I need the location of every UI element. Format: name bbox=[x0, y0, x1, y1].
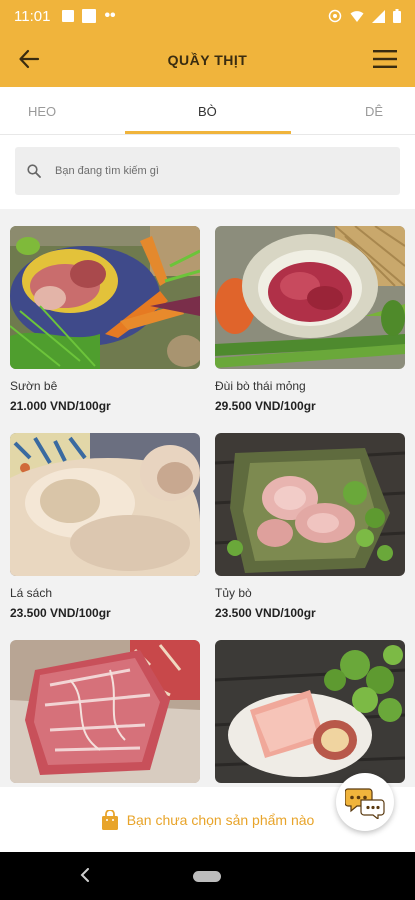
search-input[interactable] bbox=[55, 165, 355, 177]
system-nav-bar bbox=[0, 852, 415, 900]
image-notification-icon bbox=[62, 10, 75, 22]
product-price: 21.000 VND/100gr bbox=[10, 399, 111, 413]
active-tab-indicator bbox=[125, 131, 291, 134]
product-name: Lá sách bbox=[10, 586, 53, 600]
hamburger-menu-icon[interactable] bbox=[373, 50, 397, 68]
cart-status-message: Bạn chưa chọn sản phẩm nào bbox=[126, 811, 315, 828]
chat-bubbles-icon bbox=[345, 788, 385, 819]
back-arrow-icon[interactable] bbox=[18, 48, 40, 70]
page-title: QUẦY THỊT bbox=[167, 51, 248, 68]
product-image-6[interactable] bbox=[215, 640, 405, 783]
search-section bbox=[0, 135, 415, 209]
app-bar: QUẦY THỊT bbox=[0, 32, 415, 87]
search-box[interactable] bbox=[15, 147, 400, 195]
wifi-icon bbox=[350, 11, 364, 22]
status-time: 11:01 bbox=[14, 7, 51, 25]
shopping-bag-icon bbox=[101, 809, 118, 830]
product-name: Đùi bò thái mỏng bbox=[215, 379, 306, 393]
app-notification-icon bbox=[82, 9, 97, 23]
battery-icon bbox=[393, 9, 401, 23]
tab-de[interactable]: DÊ bbox=[365, 87, 383, 135]
product-price: 23.500 VND/100gr bbox=[10, 606, 111, 620]
nav-home-pill[interactable] bbox=[193, 871, 221, 882]
product-grid: Sườn bê 21.000 VND/100gr Đùi bò thái mỏn… bbox=[0, 209, 415, 787]
signal-icon bbox=[372, 9, 385, 23]
product-card[interactable]: Đùi bò thái mỏng 29.500 VND/100gr bbox=[215, 226, 405, 413]
category-tabs: HEO BÒ DÊ bbox=[0, 87, 415, 135]
product-card[interactable]: Lá sách 23.500 VND/100gr bbox=[10, 433, 200, 620]
more-notifications-icon: •• bbox=[104, 7, 116, 24]
product-price: 23.500 VND/100gr bbox=[215, 606, 316, 620]
tab-heo[interactable]: HEO bbox=[28, 87, 56, 135]
product-card[interactable] bbox=[10, 640, 200, 783]
product-image-5[interactable] bbox=[10, 640, 200, 783]
search-icon bbox=[27, 164, 41, 178]
product-image-dui-bo[interactable] bbox=[215, 226, 405, 369]
eye-icon bbox=[328, 9, 342, 23]
product-card[interactable]: Sườn bê 21.000 VND/100gr bbox=[10, 226, 200, 413]
product-name: Tủy bò bbox=[215, 586, 252, 600]
product-name: Sườn bê bbox=[10, 379, 58, 393]
status-bar: 11:01 •• bbox=[0, 0, 415, 32]
product-image-tuy-bo[interactable] bbox=[215, 433, 405, 576]
product-card[interactable]: Tủy bò 23.500 VND/100gr bbox=[215, 433, 405, 620]
product-price: 29.500 VND/100gr bbox=[215, 399, 316, 413]
product-card[interactable] bbox=[215, 640, 405, 783]
tab-bo[interactable]: BÒ bbox=[198, 87, 217, 135]
product-image-la-sach[interactable] bbox=[10, 433, 200, 576]
chat-button[interactable] bbox=[336, 773, 394, 831]
nav-back-icon[interactable] bbox=[80, 868, 90, 882]
product-image-suon-be[interactable] bbox=[10, 226, 200, 369]
